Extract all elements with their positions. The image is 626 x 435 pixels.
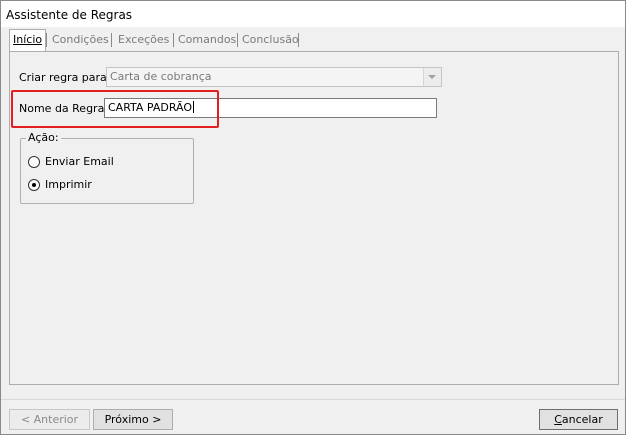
criar-regra-label: Criar regra para: (19, 71, 111, 84)
tab-comandos[interactable]: Comandos (175, 30, 239, 49)
tab-separator (111, 33, 112, 47)
tab-separator (237, 33, 238, 47)
tab-inicio[interactable]: Início (9, 29, 47, 51)
window-title: Assistente de Regras (6, 8, 133, 22)
dropdown-button[interactable] (423, 68, 441, 86)
tab-excecoes[interactable]: Exceções (115, 30, 172, 49)
title-bar: Assistente de Regras (1, 1, 625, 27)
tab-separator (173, 33, 174, 47)
anterior-button[interactable]: < Anterior (9, 409, 90, 430)
criar-regra-value: Carta de cobrança (110, 70, 212, 83)
radio-dot-icon (32, 183, 36, 187)
cancelar-button[interactable]: Cancelar (539, 409, 618, 430)
proximo-button[interactable]: Próximo > (93, 409, 173, 430)
acao-groupbox: Ação: Enviar Email Imprimir (20, 131, 194, 204)
tab-condicoes[interactable]: Condições (49, 30, 112, 49)
criar-regra-combobox[interactable]: Carta de cobrança (106, 67, 442, 87)
tab-conclusao[interactable]: Conclusão (239, 30, 302, 49)
tab-panel-inicio: Criar regra para: Carta de cobrança Nome… (9, 51, 619, 385)
chevron-down-icon (428, 75, 436, 79)
radio-button-unchecked[interactable] (28, 156, 40, 168)
footer-divider (1, 399, 625, 400)
radio-button-checked[interactable] (28, 179, 40, 191)
tab-separator (298, 33, 299, 47)
radio-label: Imprimir (45, 178, 92, 191)
acao-legend: Ação: (26, 131, 61, 144)
rules-wizard-window: Assistente de Regras Início Condições Ex… (0, 0, 626, 435)
radio-label: Enviar Email (45, 155, 114, 168)
tab-separator (46, 33, 47, 47)
highlight-box (11, 90, 219, 128)
